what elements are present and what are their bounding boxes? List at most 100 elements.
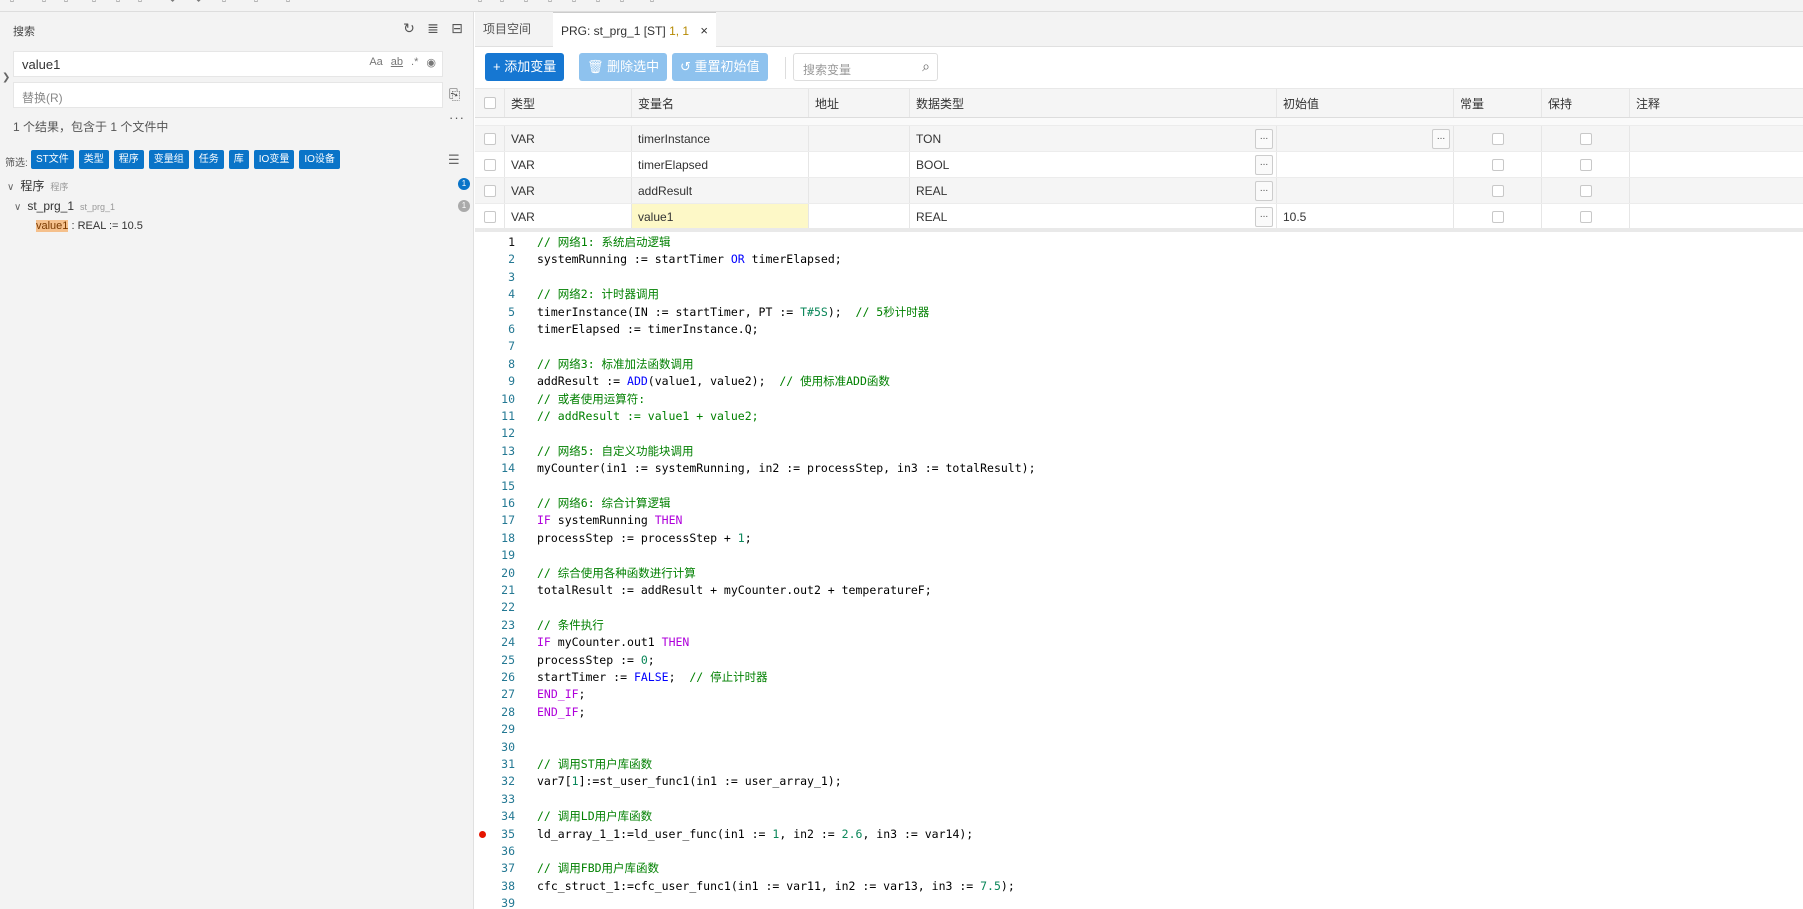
toolbar-icon[interactable]: ▫ [548, 0, 560, 7]
code-line[interactable]: 16 // 网络6: 综合计算逻辑 [475, 495, 1803, 512]
code-line[interactable]: 20 // 综合使用各种函数进行计算 [475, 565, 1803, 582]
collapse-all-icon[interactable]: ⊟ [449, 20, 465, 36]
code-line[interactable]: 12 [475, 425, 1803, 442]
cell-retain[interactable] [1542, 178, 1630, 203]
code-line[interactable]: 38 cfc_struct_1:=cfc_user_func1(in1 := va… [475, 878, 1803, 895]
cell-datatype[interactable]: BOOL... [910, 152, 1277, 177]
toolbar-icon[interactable]: ▫ [254, 0, 266, 7]
toolbar-icon[interactable]: ▫ [596, 0, 608, 7]
datatype-picker-button[interactable]: ... [1255, 206, 1273, 227]
reset-initial-button[interactable]: ↺ 重置初始值 [672, 53, 768, 81]
code-line[interactable]: 28 END_IF; [475, 704, 1803, 721]
datatype-picker-button[interactable]: ... [1255, 154, 1273, 175]
filter-chip-library[interactable]: 库 [228, 150, 249, 169]
filter-chip-program[interactable]: 程序 [113, 150, 144, 169]
tree-file-st-prg-1[interactable]: ∨ st_prg_1 st_prg_1 [14, 199, 115, 213]
code-editor[interactable]: 1 // 网络1: 系统启动逻辑 2 systemRunning := startTi… [475, 232, 1803, 909]
code-line[interactable]: 34 // 调用LD用户库函数 [475, 808, 1803, 825]
filter-chip-var-group[interactable]: 变量组 [148, 150, 189, 169]
cell-address[interactable] [809, 126, 910, 151]
redo-icon[interactable]: ↷ [192, 0, 204, 7]
constant-checkbox[interactable] [1491, 158, 1504, 171]
constant-checkbox[interactable] [1491, 132, 1504, 145]
cell-name[interactable]: addResult [632, 178, 809, 203]
code-line[interactable]: 31 // 调用ST用户库函数 [475, 756, 1803, 773]
code-line[interactable]: 11 // addResult := value1 + value2; [475, 408, 1803, 425]
code-line[interactable]: 26 startTimer := FALSE; // 停止计时器 [475, 669, 1803, 686]
header-initial[interactable]: 初始值 [1277, 89, 1454, 117]
row-select[interactable] [475, 204, 505, 229]
cell-datatype[interactable]: REAL... [910, 204, 1277, 229]
code-line[interactable]: 3 [475, 269, 1803, 286]
clear-results-icon[interactable]: ≣ [425, 20, 441, 36]
code-line[interactable]: 6 timerElapsed := timerInstance.Q; [475, 321, 1803, 338]
retain-checkbox[interactable] [1579, 132, 1592, 145]
row-checkbox[interactable] [483, 158, 496, 171]
cell-retain[interactable] [1542, 204, 1630, 229]
filter-chip-type[interactable]: 类型 [78, 150, 109, 169]
datatype-picker-button[interactable]: ... [1255, 128, 1273, 149]
toolbar-icon[interactable]: ▫ [572, 0, 584, 7]
cell-address[interactable] [809, 178, 910, 203]
code-line[interactable]: 13 // 网络5: 自定义功能块调用 [475, 443, 1803, 460]
tab-project-space[interactable]: 项目空间 [475, 12, 550, 47]
toolbar-icon[interactable]: ▫ [500, 0, 512, 7]
toolbar-icon[interactable]: ▫ [10, 0, 22, 7]
code-line[interactable]: 7 [475, 338, 1803, 355]
constant-checkbox[interactable] [1491, 184, 1504, 197]
stop-icon[interactable]: ▫ [620, 0, 632, 7]
toggle-replace-chevron-icon[interactable]: ❯ [2, 72, 10, 83]
cell-name[interactable]: timerElapsed [632, 152, 809, 177]
cell-comment[interactable] [1630, 204, 1803, 229]
cell-datatype[interactable]: REAL... [910, 178, 1277, 203]
preview-eye-icon[interactable]: ◉ [426, 56, 436, 69]
code-line[interactable]: 37 // 调用FBD用户库函数 [475, 860, 1803, 877]
cell-address[interactable] [809, 152, 910, 177]
header-comment[interactable]: 注释 [1630, 89, 1803, 117]
table-row[interactable]: VAR addResult REAL... [475, 178, 1803, 204]
cell-initial[interactable] [1277, 152, 1454, 177]
row-select[interactable] [475, 178, 505, 203]
code-line[interactable]: 2 systemRunning := startTimer OR timerEla… [475, 251, 1803, 268]
filter-chip-io-var[interactable]: IO变量 [253, 150, 295, 169]
constant-checkbox[interactable] [1491, 210, 1504, 223]
tree-group-program[interactable]: ∨ 程序 程序 [7, 177, 68, 194]
code-line[interactable]: 4 // 网络2: 计时器调用 [475, 286, 1803, 303]
regex-toggle[interactable]: .* [411, 56, 418, 69]
header-name[interactable]: 变量名 [632, 89, 809, 117]
cell-initial[interactable]: 10.5 [1277, 204, 1454, 229]
table-row[interactable]: VAR value1 REAL... 10.5 [475, 204, 1803, 229]
row-checkbox[interactable] [483, 184, 496, 197]
row-checkbox[interactable] [483, 210, 496, 223]
cell-datatype[interactable]: TON... [910, 126, 1277, 151]
match-case-toggle[interactable]: Aa [369, 56, 382, 69]
toolbar-icon[interactable]: ▫ [478, 0, 490, 7]
refresh-icon[interactable]: ↻ [401, 20, 417, 36]
code-line[interactable]: 9 addResult := ADD(value1, value2); // 使用… [475, 373, 1803, 390]
datatype-picker-button[interactable]: ... [1255, 180, 1273, 201]
undo-icon[interactable]: ↶ [170, 0, 182, 7]
toolbar-icon[interactable]: ▫ [650, 0, 662, 7]
initial-value-picker-button[interactable]: ... [1432, 128, 1450, 149]
delete-selected-button[interactable]: 🗑︎ 删除选中 [579, 53, 668, 81]
code-line[interactable]: 19 [475, 547, 1803, 564]
code-line[interactable]: 24 IF myCounter.out1 THEN [475, 634, 1803, 651]
cell-kind[interactable]: VAR [505, 178, 632, 203]
match-whole-word-toggle[interactable]: ab [391, 56, 403, 69]
cell-name-highlighted[interactable]: value1 [632, 204, 809, 229]
cell-name[interactable]: timerInstance [632, 126, 809, 151]
table-row[interactable]: VAR timerElapsed BOOL... [475, 152, 1803, 178]
replace-input[interactable]: 替换(R) [13, 82, 443, 108]
toolbar-icon[interactable]: ▫ [116, 0, 128, 7]
cell-constant[interactable] [1454, 126, 1542, 151]
retain-checkbox[interactable] [1579, 158, 1592, 171]
filter-chip-io-device[interactable]: IO设备 [299, 150, 340, 169]
cell-comment[interactable] [1630, 152, 1803, 177]
code-line[interactable]: 8 // 网络3: 标准加法函数调用 [475, 356, 1803, 373]
add-variable-button[interactable]: + 添加变量 [485, 53, 565, 81]
code-line[interactable]: 29 [475, 721, 1803, 738]
header-datatype[interactable]: 数据类型 [910, 89, 1277, 117]
toolbar-icon[interactable]: ▫ [286, 0, 298, 7]
toolbar-icon[interactable]: ▫ [92, 0, 104, 7]
code-line[interactable]: 30 [475, 739, 1803, 756]
